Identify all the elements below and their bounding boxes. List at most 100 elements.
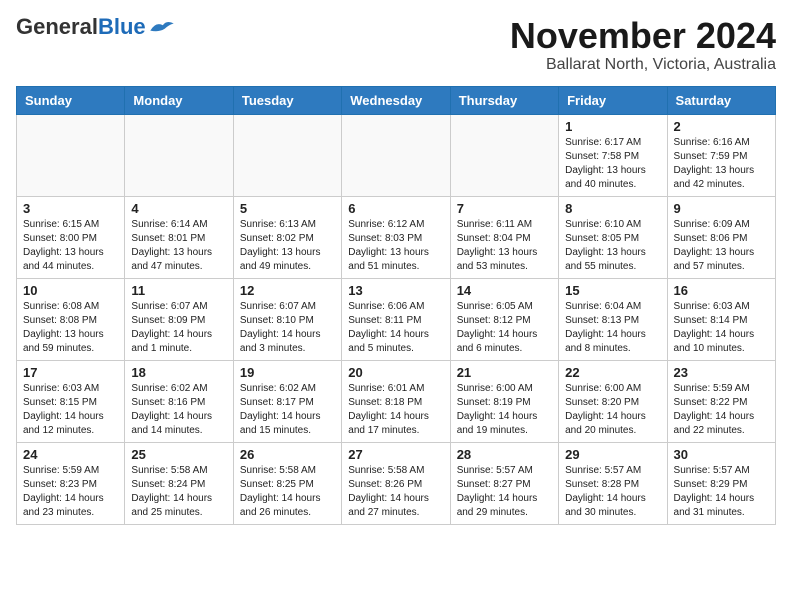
day-info: Sunrise: 6:03 AM Sunset: 8:14 PM Dayligh… (674, 300, 769, 356)
day-info: Sunrise: 6:11 AM Sunset: 8:04 PM Dayligh… (457, 218, 552, 274)
day-number: 23 (674, 365, 769, 380)
logo-bird-icon (148, 18, 176, 36)
day-info: Sunrise: 6:02 AM Sunset: 8:17 PM Dayligh… (240, 382, 335, 438)
calendar-cell: 19 Sunrise: 6:02 AM Sunset: 8:17 PM Dayli… (233, 360, 341, 442)
day-number: 8 (565, 201, 660, 216)
page-header: GeneralBlue November 2024 Ballarat North… (16, 16, 776, 74)
calendar-cell: 21 Sunrise: 6:00 AM Sunset: 8:19 PM Dayli… (450, 360, 558, 442)
day-number: 15 (565, 283, 660, 298)
calendar-cell: 25 Sunrise: 5:58 AM Sunset: 8:24 PM Dayli… (125, 442, 233, 524)
day-info: Sunrise: 5:59 AM Sunset: 8:22 PM Dayligh… (674, 382, 769, 438)
day-number: 28 (457, 447, 552, 462)
calendar-week-row: 24 Sunrise: 5:59 AM Sunset: 8:23 PM Dayli… (17, 442, 776, 524)
calendar-cell: 9 Sunrise: 6:09 AM Sunset: 8:06 PM Daylig… (667, 196, 775, 278)
day-number: 3 (23, 201, 118, 216)
day-number: 4 (131, 201, 226, 216)
calendar-cell (17, 114, 125, 196)
day-info: Sunrise: 5:57 AM Sunset: 8:29 PM Dayligh… (674, 464, 769, 520)
day-number: 21 (457, 365, 552, 380)
weekday-header: Saturday (667, 86, 775, 114)
calendar-cell: 22Sunrise: 6:00 AM Sunset: 8:20 PM Dayli… (559, 360, 667, 442)
day-info: Sunrise: 6:07 AM Sunset: 8:10 PM Dayligh… (240, 300, 335, 356)
day-info: Sunrise: 6:05 AM Sunset: 8:12 PM Dayligh… (457, 300, 552, 356)
calendar-cell: 26 Sunrise: 5:58 AM Sunset: 8:25 PM Dayli… (233, 442, 341, 524)
day-info: Sunrise: 5:58 AM Sunset: 8:26 PM Dayligh… (348, 464, 443, 520)
calendar-cell: 3 Sunrise: 6:15 AM Sunset: 8:00 PM Daylig… (17, 196, 125, 278)
calendar-header-row: SundayMondayTuesdayWednesdayThursdayFrid… (17, 86, 776, 114)
day-info: Sunrise: 6:06 AM Sunset: 8:11 PM Dayligh… (348, 300, 443, 356)
day-info: Sunrise: 6:12 AM Sunset: 8:03 PM Dayligh… (348, 218, 443, 274)
calendar-cell: 6 Sunrise: 6:12 AM Sunset: 8:03 PM Daylig… (342, 196, 450, 278)
day-info: Sunrise: 6:09 AM Sunset: 8:06 PM Dayligh… (674, 218, 769, 274)
calendar-cell: 11Sunrise: 6:07 AM Sunset: 8:09 PM Dayli… (125, 278, 233, 360)
calendar-cell: 27Sunrise: 5:58 AM Sunset: 8:26 PM Dayli… (342, 442, 450, 524)
day-number: 25 (131, 447, 226, 462)
calendar-cell (342, 114, 450, 196)
calendar-cell: 28Sunrise: 5:57 AM Sunset: 8:27 PM Dayli… (450, 442, 558, 524)
day-number: 18 (131, 365, 226, 380)
calendar-cell: 1Sunrise: 6:17 AM Sunset: 7:58 PM Daylig… (559, 114, 667, 196)
calendar-week-row: 3 Sunrise: 6:15 AM Sunset: 8:00 PM Daylig… (17, 196, 776, 278)
day-number: 7 (457, 201, 552, 216)
day-info: Sunrise: 6:03 AM Sunset: 8:15 PM Dayligh… (23, 382, 118, 438)
day-number: 19 (240, 365, 335, 380)
calendar-cell: 4Sunrise: 6:14 AM Sunset: 8:01 PM Daylig… (125, 196, 233, 278)
calendar-cell: 12 Sunrise: 6:07 AM Sunset: 8:10 PM Dayli… (233, 278, 341, 360)
calendar-cell: 16 Sunrise: 6:03 AM Sunset: 8:14 PM Dayli… (667, 278, 775, 360)
day-number: 16 (674, 283, 769, 298)
calendar-cell: 5Sunrise: 6:13 AM Sunset: 8:02 PM Daylig… (233, 196, 341, 278)
calendar-week-row: 10Sunrise: 6:08 AM Sunset: 8:08 PM Dayli… (17, 278, 776, 360)
logo-general: General (16, 14, 98, 39)
day-number: 12 (240, 283, 335, 298)
weekday-header: Thursday (450, 86, 558, 114)
day-number: 26 (240, 447, 335, 462)
day-number: 13 (348, 283, 443, 298)
day-number: 14 (457, 283, 552, 298)
calendar-cell (450, 114, 558, 196)
day-number: 29 (565, 447, 660, 462)
day-info: Sunrise: 5:57 AM Sunset: 8:28 PM Dayligh… (565, 464, 660, 520)
day-info: Sunrise: 6:01 AM Sunset: 8:18 PM Dayligh… (348, 382, 443, 438)
calendar-cell: 2Sunrise: 6:16 AM Sunset: 7:59 PM Daylig… (667, 114, 775, 196)
day-info: Sunrise: 5:58 AM Sunset: 8:25 PM Dayligh… (240, 464, 335, 520)
calendar-cell (125, 114, 233, 196)
day-info: Sunrise: 6:00 AM Sunset: 8:19 PM Dayligh… (457, 382, 552, 438)
day-info: Sunrise: 6:07 AM Sunset: 8:09 PM Dayligh… (131, 300, 226, 356)
calendar-week-row: 17 Sunrise: 6:03 AM Sunset: 8:15 PM Dayli… (17, 360, 776, 442)
calendar-cell: 7 Sunrise: 6:11 AM Sunset: 8:04 PM Daylig… (450, 196, 558, 278)
logo-blue: Blue (98, 14, 146, 39)
weekday-header: Monday (125, 86, 233, 114)
day-info: Sunrise: 6:13 AM Sunset: 8:02 PM Dayligh… (240, 218, 335, 274)
day-info: Sunrise: 6:17 AM Sunset: 7:58 PM Dayligh… (565, 136, 660, 192)
calendar-cell: 30 Sunrise: 5:57 AM Sunset: 8:29 PM Dayli… (667, 442, 775, 524)
calendar-cell: 15Sunrise: 6:04 AM Sunset: 8:13 PM Dayli… (559, 278, 667, 360)
day-number: 24 (23, 447, 118, 462)
day-info: Sunrise: 6:15 AM Sunset: 8:00 PM Dayligh… (23, 218, 118, 274)
calendar-cell: 17 Sunrise: 6:03 AM Sunset: 8:15 PM Dayli… (17, 360, 125, 442)
day-number: 17 (23, 365, 118, 380)
weekday-header: Tuesday (233, 86, 341, 114)
calendar-cell: 23 Sunrise: 5:59 AM Sunset: 8:22 PM Dayli… (667, 360, 775, 442)
page-title: November 2024 (510, 16, 776, 56)
day-info: Sunrise: 6:10 AM Sunset: 8:05 PM Dayligh… (565, 218, 660, 274)
day-info: Sunrise: 6:02 AM Sunset: 8:16 PM Dayligh… (131, 382, 226, 438)
weekday-header: Sunday (17, 86, 125, 114)
title-section: November 2024 Ballarat North, Victoria, … (510, 16, 776, 74)
weekday-header: Friday (559, 86, 667, 114)
day-number: 2 (674, 119, 769, 134)
weekday-header: Wednesday (342, 86, 450, 114)
calendar-cell: 10Sunrise: 6:08 AM Sunset: 8:08 PM Dayli… (17, 278, 125, 360)
day-number: 10 (23, 283, 118, 298)
calendar-cell: 29 Sunrise: 5:57 AM Sunset: 8:28 PM Dayli… (559, 442, 667, 524)
day-number: 6 (348, 201, 443, 216)
day-info: Sunrise: 6:00 AM Sunset: 8:20 PM Dayligh… (565, 382, 660, 438)
calendar-table: SundayMondayTuesdayWednesdayThursdayFrid… (16, 86, 776, 525)
day-number: 30 (674, 447, 769, 462)
calendar-cell: 20Sunrise: 6:01 AM Sunset: 8:18 PM Dayli… (342, 360, 450, 442)
calendar-cell: 18 Sunrise: 6:02 AM Sunset: 8:16 PM Dayli… (125, 360, 233, 442)
calendar-cell: 14 Sunrise: 6:05 AM Sunset: 8:12 PM Dayli… (450, 278, 558, 360)
day-number: 9 (674, 201, 769, 216)
day-info: Sunrise: 5:59 AM Sunset: 8:23 PM Dayligh… (23, 464, 118, 520)
day-info: Sunrise: 5:58 AM Sunset: 8:24 PM Dayligh… (131, 464, 226, 520)
page-subtitle: Ballarat North, Victoria, Australia (510, 56, 776, 74)
